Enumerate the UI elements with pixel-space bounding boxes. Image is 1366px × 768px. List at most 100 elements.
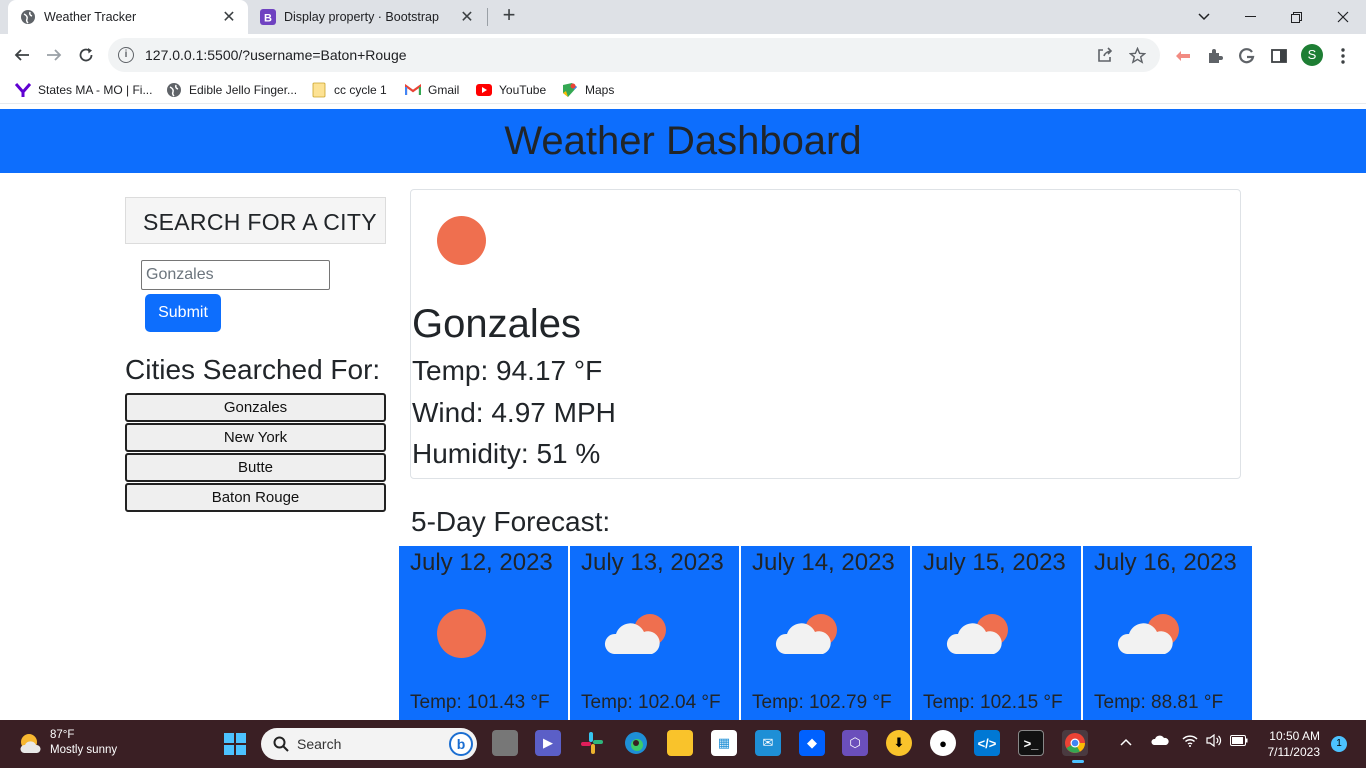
- bootstrap-icon: B: [260, 9, 276, 25]
- extension-red-icon[interactable]: [1173, 46, 1193, 66]
- show-hidden-icons[interactable]: [1120, 734, 1132, 749]
- bookmark-edible-jello[interactable]: Edible Jello Finger...: [166, 82, 297, 98]
- bookmark-states[interactable]: States MA - MO | Fi...: [15, 82, 152, 98]
- svg-text:B: B: [264, 13, 272, 25]
- grammarly-icon[interactable]: [1237, 46, 1257, 66]
- bookmark-label: Gmail: [428, 83, 460, 97]
- side-panel-icon[interactable]: [1269, 46, 1289, 66]
- wifi-icon[interactable]: [1182, 734, 1198, 750]
- city-search-input[interactable]: [141, 260, 330, 290]
- history-city-button[interactable]: Baton Rouge: [125, 483, 386, 512]
- maps-icon: [562, 82, 578, 98]
- forecast-card: July 16, 2023 Temp: 88.81 °F: [1083, 546, 1252, 720]
- current-wind: Wind: 4.97 MPH: [412, 397, 616, 428]
- history-city-button[interactable]: Butte: [125, 453, 386, 482]
- forecast-date: July 16, 2023: [1094, 549, 1237, 576]
- bookmark-cc-cycle[interactable]: cc cycle 1: [311, 82, 387, 98]
- search-heading: SEARCH FOR A CITY: [143, 209, 377, 235]
- browser-tab-strip: Weather Tracker ✕ B Display property · B…: [0, 0, 1366, 34]
- tab-title: Weather Tracker: [44, 10, 137, 24]
- tab-bootstrap-display[interactable]: B Display property · Bootstrap ✕: [250, 0, 486, 34]
- taskbar-search-label: Search: [297, 736, 342, 752]
- forecast-card: July 15, 2023 Temp: 102.15 °F: [912, 546, 1081, 720]
- url-text[interactable]: 127.0.0.1:5500/?username=Baton+Rouge: [145, 47, 407, 63]
- forecast-date: July 13, 2023: [581, 549, 724, 576]
- bookmark-star-icon[interactable]: [1128, 46, 1146, 65]
- address-bar[interactable]: i 127.0.0.1:5500/?username=Baton+Rouge: [108, 38, 1160, 72]
- task-view-icon[interactable]: [492, 730, 518, 756]
- battery-icon[interactable]: [1230, 734, 1248, 749]
- forecast-temp: Temp: 102.15 °F: [923, 692, 1063, 713]
- profile-avatar[interactable]: S: [1301, 44, 1323, 66]
- minimize-button[interactable]: [1227, 0, 1273, 34]
- taskbar-weather-temp: 87°F: [50, 729, 75, 741]
- history-city-button[interactable]: Gonzales: [125, 393, 386, 422]
- bookmark-gmail[interactable]: Gmail: [405, 82, 459, 98]
- bookmark-label: States MA - MO | Fi...: [38, 83, 153, 97]
- history-city-button[interactable]: New York: [125, 423, 386, 452]
- notification-badge[interactable]: 1: [1331, 736, 1347, 752]
- forecast-card: July 12, 2023 Temp: 101.43 °F: [399, 546, 568, 720]
- bookmark-maps[interactable]: Maps: [562, 82, 614, 98]
- cloud-sun-icon: [604, 614, 666, 654]
- vscode-icon[interactable]: </>: [974, 730, 1000, 756]
- taskbar: 87°F Mostly sunny Search b ▶ ▦ ✉ ◆ ⬡ ⬇ ●…: [0, 720, 1366, 768]
- dropbox-icon[interactable]: ◆: [799, 730, 825, 756]
- file-explorer-icon[interactable]: [667, 730, 693, 756]
- forecast-date: July 12, 2023: [410, 549, 553, 576]
- forecast-date: July 15, 2023: [923, 549, 1066, 576]
- close-window-button[interactable]: [1320, 0, 1366, 34]
- page-header: Weather Dashboard: [0, 109, 1366, 173]
- close-tab-icon[interactable]: ✕: [458, 7, 476, 27]
- taskbar-clock[interactable]: 10:50 AM 7/11/2023: [1258, 728, 1321, 760]
- forecast-temp: Temp: 88.81 °F: [1094, 692, 1224, 713]
- gmail-icon: [405, 82, 421, 98]
- forecast-card: July 13, 2023 Temp: 102.04 °F: [570, 546, 739, 720]
- new-tab-button[interactable]: +: [498, 4, 520, 27]
- forecast-temp: Temp: 101.43 °F: [410, 692, 550, 713]
- current-humidity: Humidity: 51 %: [412, 438, 601, 469]
- tab-weather-tracker[interactable]: Weather Tracker ✕: [8, 0, 248, 34]
- taskbar-search-box[interactable]: Search b: [261, 728, 477, 760]
- forward-button[interactable]: [41, 42, 67, 68]
- back-button[interactable]: [9, 42, 35, 68]
- share-icon[interactable]: [1096, 47, 1114, 65]
- teams-icon[interactable]: ▶: [535, 730, 561, 756]
- reload-button[interactable]: [73, 42, 99, 68]
- restore-button[interactable]: [1273, 0, 1319, 34]
- bing-icon[interactable]: b: [449, 732, 473, 756]
- bookmarks-bar: States MA - MO | Fi... Edible Jello Fing…: [0, 76, 1366, 104]
- edge-icon[interactable]: [623, 730, 649, 756]
- windows-start-icon[interactable]: [224, 733, 246, 755]
- cloud-sun-icon: [1117, 614, 1179, 654]
- submit-button[interactable]: Submit: [145, 294, 221, 332]
- mail-icon[interactable]: ✉: [755, 730, 781, 756]
- bookmark-label: YouTube: [499, 83, 547, 97]
- folder-icon: [311, 82, 327, 98]
- tab-search-icon[interactable]: [1181, 0, 1227, 34]
- page-title: Weather Dashboard: [504, 119, 862, 163]
- site-info-icon[interactable]: i: [118, 47, 134, 63]
- forecast-temp: Temp: 102.04 °F: [581, 692, 721, 713]
- current-city-name: Gonzales: [412, 302, 581, 346]
- volume-icon[interactable]: [1206, 733, 1222, 750]
- microsoft-store-icon[interactable]: ▦: [711, 730, 737, 756]
- youtube-icon: [476, 82, 492, 98]
- tab-title: Display property · Bootstrap: [284, 10, 439, 24]
- current-weather-card: Gonzales Temp: 94.17 °F Wind: 4.97 MPH H…: [410, 189, 1241, 479]
- menu-kebab-icon[interactable]: [1333, 46, 1353, 66]
- clock-date: 7/11/2023: [1267, 745, 1321, 759]
- download-manager-icon[interactable]: ⬇: [886, 730, 912, 756]
- history-title: Cities Searched For:: [125, 354, 381, 385]
- github-icon[interactable]: ●: [930, 730, 956, 756]
- visual-studio-icon[interactable]: ⬡: [842, 730, 868, 756]
- close-tab-icon[interactable]: ✕: [220, 7, 238, 27]
- taskbar-weather-widget[interactable]: 87°F Mostly sunny: [18, 728, 117, 758]
- slack-icon[interactable]: [579, 730, 605, 756]
- chrome-icon[interactable]: [1062, 730, 1088, 756]
- onedrive-icon[interactable]: [1151, 734, 1169, 749]
- bookmark-youtube[interactable]: YouTube: [476, 82, 546, 98]
- bookmark-label: Maps: [585, 83, 615, 97]
- extensions-puzzle-icon[interactable]: [1205, 46, 1225, 66]
- terminal-icon[interactable]: >_: [1018, 730, 1044, 756]
